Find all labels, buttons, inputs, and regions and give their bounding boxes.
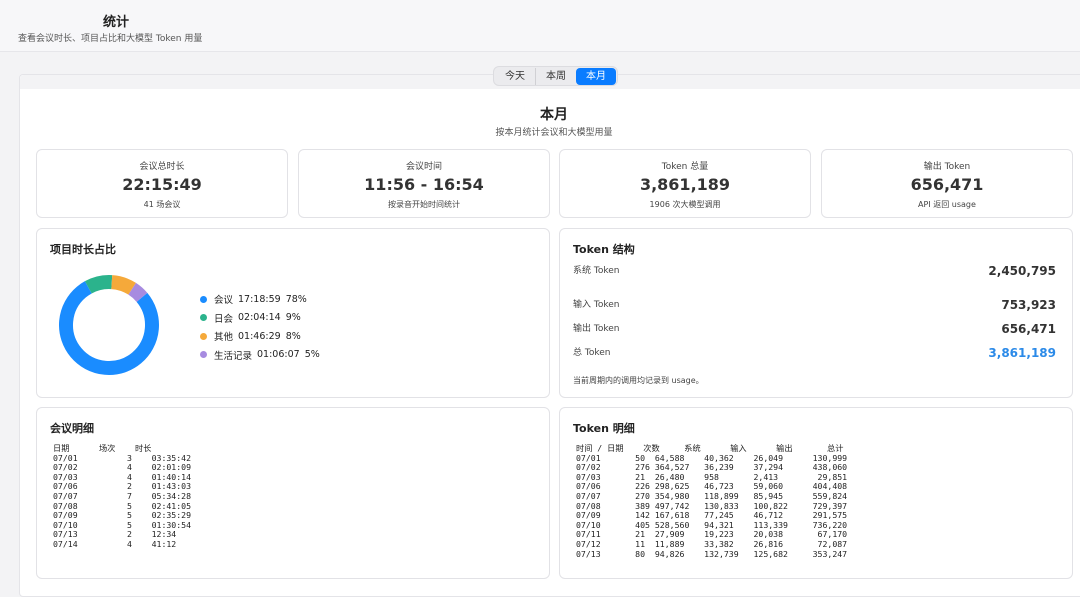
- token-detail-panel: Token 明细 时间 / 日期 次数 系统 输入 输出 总计 07/01 50…: [559, 407, 1073, 579]
- token-row-value: 2,450,795: [988, 264, 1056, 278]
- project-share-donut-chart: [59, 275, 159, 375]
- tab-this-week[interactable]: 本周: [536, 68, 576, 85]
- legend-percent: 78%: [285, 293, 307, 305]
- page-title: 统计: [103, 15, 130, 30]
- legend-item: 生活记录 01:06:07 5%: [200, 346, 320, 365]
- stat-value: 656,471: [910, 175, 984, 194]
- stat-card-total-duration: 会议总时长 22:15:49 41 场会议: [36, 149, 288, 218]
- panel-title: 会议明细: [50, 422, 94, 435]
- token-structure-panel: Token 结构 系统 Token 2,450,795 输入 Token 753…: [559, 228, 1073, 398]
- legend-duration: 02:04:14: [238, 312, 281, 324]
- legend-percent: 8%: [285, 330, 301, 342]
- token-structure-footnote: 当前周期内的调用均记录到 usage。: [573, 376, 704, 385]
- stat-value: 22:15:49: [122, 175, 202, 194]
- project-share-panel: 项目时长占比 会议 17:18:59 78% 日会 02:04:14 9% 其他…: [36, 228, 550, 398]
- period-subtitle: 按本月统计会议和大模型用量: [495, 128, 613, 138]
- page-subtitle: 查看会议时长、项目占比和大模型 Token 用量: [18, 34, 203, 44]
- legend-dot-icon: [200, 332, 207, 340]
- project-share-legend: 会议 17:18:59 78% 日会 02:04:14 9% 其他 01:46:…: [200, 290, 320, 364]
- stat-label: 会议时间: [405, 162, 442, 172]
- stat-note: 41 场会议: [143, 200, 181, 209]
- stat-note: API 返回 usage: [918, 200, 976, 209]
- period-title: 本月: [540, 107, 568, 123]
- token-row-label: 输出 Token: [573, 324, 620, 334]
- token-row-label: 系统 Token: [573, 266, 620, 276]
- legend-dot-icon: [200, 295, 207, 303]
- panel-title: Token 结构: [573, 243, 635, 256]
- legend-duration: 01:46:29: [238, 330, 281, 342]
- token-row-value: 3,861,189: [988, 346, 1056, 360]
- token-row-value: 656,471: [1001, 322, 1056, 336]
- tab-this-month[interactable]: 本月: [576, 67, 616, 85]
- token-row-label: 总 Token: [573, 348, 611, 358]
- token-row-label: 输入 Token: [573, 300, 620, 310]
- page-header: 统计 查看会议时长、项目占比和大模型 Token 用量: [0, 0, 1080, 52]
- legend-percent: 5%: [304, 349, 320, 361]
- stat-card-meeting-time: 会议时间 11:56 - 16:54 按录音开始时间统计: [298, 149, 550, 218]
- legend-name: 其他: [214, 332, 234, 344]
- stat-label: Token 总量: [661, 162, 709, 172]
- panel-title: 项目时长占比: [50, 243, 116, 256]
- meeting-detail-panel: 会议明细 日期 场次 时长 07/01 3 03:35:42 07/02 4 0…: [36, 407, 550, 579]
- legend-percent: 9%: [285, 312, 301, 324]
- stat-value: 11:56 - 16:54: [364, 175, 484, 194]
- period-segmented-control: 今天 本周 本月: [493, 66, 618, 86]
- legend-name: 日会: [214, 313, 234, 325]
- stat-label: 会议总时长: [139, 162, 185, 172]
- stat-card-output-token: 输出 Token 656,471 API 返回 usage: [821, 149, 1073, 218]
- legend-item: 会议 17:18:59 78%: [200, 290, 320, 309]
- legend-item: 其他 01:46:29 8%: [200, 327, 320, 346]
- legend-dot-icon: [200, 314, 207, 322]
- legend-duration: 17:18:59: [238, 293, 281, 305]
- tab-today[interactable]: 今天: [495, 67, 536, 85]
- token-row-value: 753,923: [1001, 298, 1056, 312]
- legend-name: 会议: [214, 295, 234, 307]
- legend-dot-icon: [200, 351, 207, 359]
- stat-card-token-total: Token 总量 3,861,189 1906 次大模型调用: [559, 149, 811, 218]
- stat-note: 1906 次大模型调用: [649, 200, 721, 209]
- panel-title: Token 明细: [573, 422, 635, 435]
- legend-name: 生活记录: [214, 350, 253, 362]
- legend-duration: 01:06:07: [257, 349, 300, 361]
- legend-item: 日会 02:04:14 9%: [200, 309, 320, 328]
- meeting-detail-table: 日期 场次 时长 07/01 3 03:35:42 07/02 4 02:01:…: [53, 443, 192, 549]
- stat-note: 按录音开始时间统计: [388, 200, 460, 209]
- token-detail-table: 时间 / 日期 次数 系统 输入 输出 总计 07/01 50 64,588 4…: [576, 443, 848, 559]
- stat-value: 3,861,189: [639, 175, 731, 194]
- stat-label: 输出 Token: [923, 162, 971, 172]
